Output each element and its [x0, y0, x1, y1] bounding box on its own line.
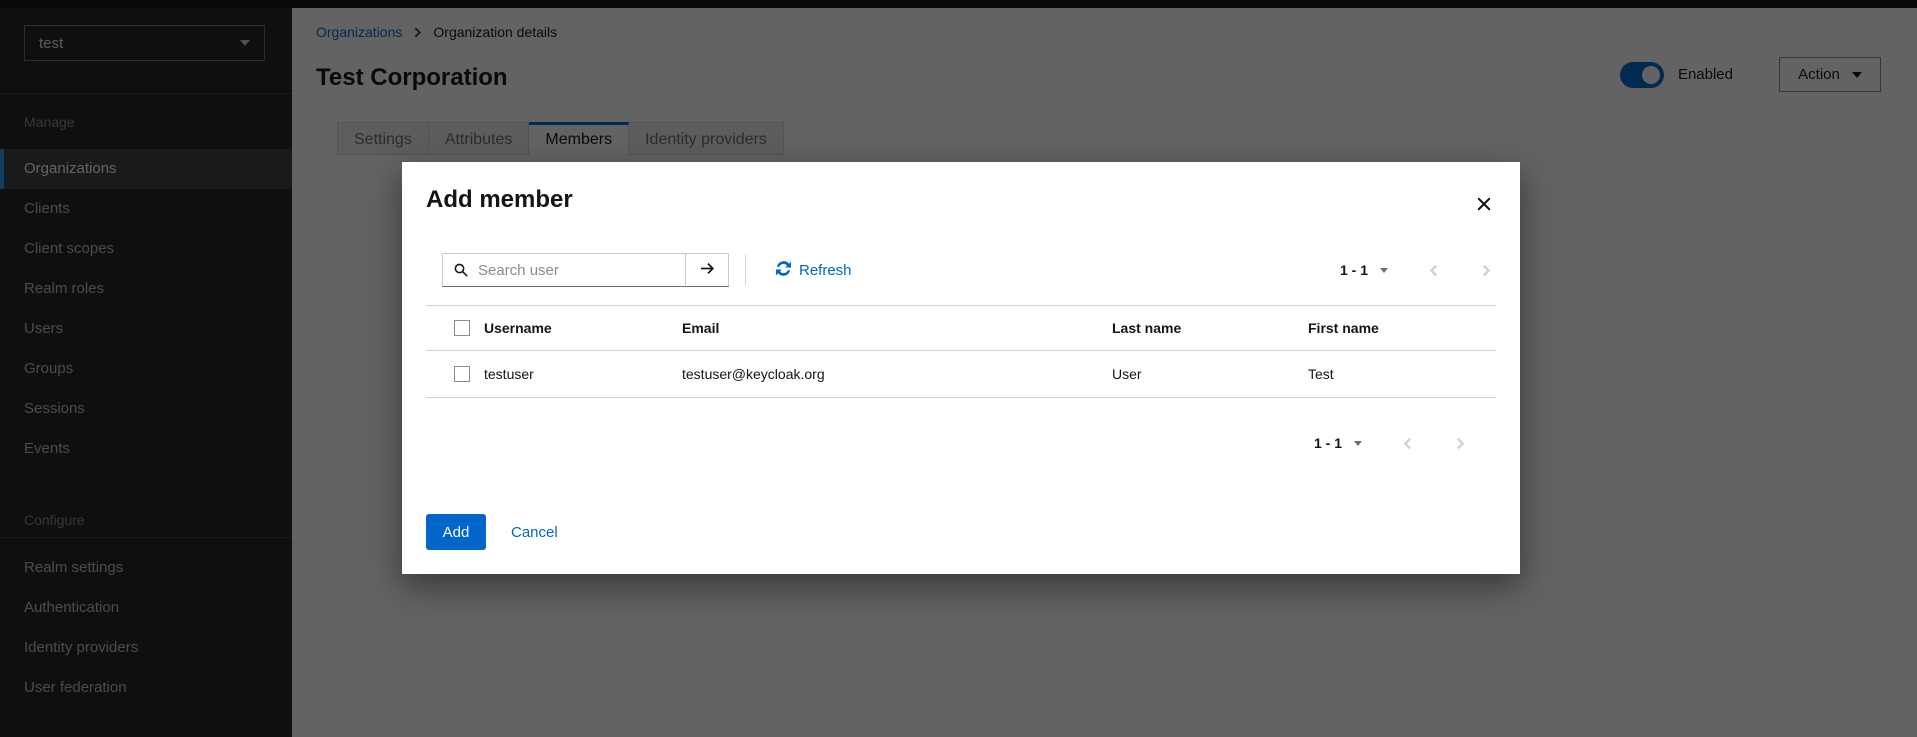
cell-last-name: User	[1112, 351, 1308, 398]
chevron-right-icon	[1454, 437, 1466, 450]
pagination-bottom: 1 - 1	[1314, 435, 1466, 451]
refresh-button[interactable]: Refresh	[776, 261, 852, 280]
column-header-email: Email	[682, 306, 1112, 351]
pagination-top: 1 - 1	[1340, 262, 1492, 278]
modal-title: Add member	[426, 184, 1496, 216]
close-icon[interactable]	[1474, 194, 1494, 214]
pagination-menu-caret-icon[interactable]	[1380, 268, 1388, 273]
members-table: Username Email Last name First name test…	[426, 305, 1496, 398]
search-group	[442, 253, 729, 287]
add-member-modal: Add member	[402, 162, 1520, 574]
column-header-first-name: First name	[1308, 306, 1496, 351]
pagination-prev-button[interactable]	[1402, 437, 1414, 450]
pagination-next-button[interactable]	[1480, 264, 1492, 277]
chevron-right-icon	[1480, 264, 1492, 277]
refresh-icon	[776, 261, 791, 280]
pagination-range: 1 - 1	[1314, 435, 1342, 451]
column-header-last-name: Last name	[1112, 306, 1308, 351]
table-row: testuser testuser@keycloak.org User Test	[426, 351, 1496, 398]
pagination-next-button[interactable]	[1454, 437, 1466, 450]
cell-first-name: Test	[1308, 351, 1496, 398]
toolbar-divider	[745, 255, 746, 285]
pagination-range: 1 - 1	[1340, 262, 1368, 278]
pagination-menu-caret-icon[interactable]	[1354, 441, 1362, 446]
search-input[interactable]	[476, 261, 685, 280]
search-box	[442, 253, 686, 287]
search-icon	[454, 263, 468, 277]
select-all-checkbox[interactable]	[454, 320, 470, 336]
table-header-row: Username Email Last name First name	[426, 306, 1496, 351]
chevron-left-icon	[1402, 437, 1414, 450]
cell-username: testuser	[484, 351, 682, 398]
pagination-prev-button[interactable]	[1428, 264, 1440, 277]
add-button[interactable]: Add	[426, 514, 486, 550]
row-checkbox[interactable]	[454, 366, 470, 382]
refresh-label: Refresh	[799, 262, 852, 279]
modal-footer: Add Cancel	[426, 514, 1496, 550]
app-window: test Manage Organizations Clients Client…	[0, 0, 1917, 737]
modal-toolbar: Refresh 1 - 1	[426, 252, 1496, 288]
pagination-bottom-row: 1 - 1	[426, 428, 1496, 458]
cell-email: testuser@keycloak.org	[682, 351, 1112, 398]
chevron-left-icon	[1428, 264, 1440, 277]
search-submit-button[interactable]	[685, 253, 729, 287]
arrow-right-icon	[699, 261, 716, 279]
cancel-button[interactable]: Cancel	[511, 524, 558, 541]
column-header-username: Username	[484, 306, 682, 351]
